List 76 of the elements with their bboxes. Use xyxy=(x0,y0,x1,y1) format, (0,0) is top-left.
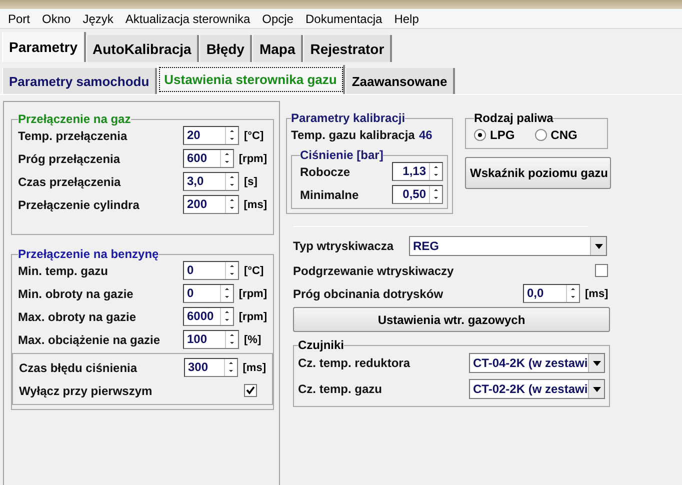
tab[interactable]: Błędy xyxy=(199,35,252,62)
number-field[interactable]: 0 xyxy=(183,261,239,280)
unit-label: [rpm] xyxy=(238,288,267,300)
field-label: Cz. temp. reduktora xyxy=(298,356,412,370)
number-field[interactable]: 1,13 xyxy=(392,162,443,181)
field-label: Przełączenie cylindra xyxy=(18,198,140,212)
number-field[interactable]: 200 xyxy=(183,195,239,214)
injector-type-dropdown[interactable]: REG xyxy=(409,236,607,256)
number-field[interactable]: 100 xyxy=(183,330,239,349)
field-label: Temp. przełączenia xyxy=(18,128,128,142)
field-label: Temp. gazu kalibracja xyxy=(291,128,416,142)
temperature-value: 46 xyxy=(419,128,434,142)
menu-item[interactable]: Aktualizacja sterownika xyxy=(119,12,256,26)
field-label: Max. obciążenie na gazie xyxy=(18,332,162,346)
number-field[interactable]: 20 xyxy=(183,126,239,145)
unit-label: [s] xyxy=(244,176,258,188)
unit-label: [%] xyxy=(244,334,262,346)
menu-item[interactable]: Opcje xyxy=(256,12,300,26)
field-label: Typ wtryskiwacza xyxy=(293,239,395,253)
field-label: Próg obcinania dotrysków xyxy=(293,286,444,300)
sensor-dropdown[interactable]: CT-04-2K (w zestawi xyxy=(469,353,605,373)
radio-option[interactable]: CNG xyxy=(534,128,578,142)
group-title: Rodzaj paliwa xyxy=(474,111,554,125)
menu-item[interactable]: Okno xyxy=(36,12,77,26)
unit-label: [ms] xyxy=(585,288,608,300)
caret-icon xyxy=(594,244,602,248)
caret-icon xyxy=(592,360,600,366)
checkbox-label: Podgrzewanie wtryskiwaczy xyxy=(293,264,455,278)
field-label: Czas błędu ciśnienia xyxy=(19,360,138,374)
tab[interactable]: Rejestrator xyxy=(303,35,392,62)
field-label: Próg przełączenia xyxy=(18,152,122,166)
unit-label: [ms] xyxy=(242,362,266,374)
group-title: Ciśnienie [bar] xyxy=(300,148,384,162)
unit-label: [°C] xyxy=(244,130,264,142)
tab[interactable]: Zaawansowane xyxy=(344,68,456,94)
checkbox-label: Wyłącz przy pierwszym xyxy=(19,384,154,398)
field-label: Czas przełączenia xyxy=(18,174,122,188)
unit-label: [ms] xyxy=(244,198,267,210)
radio-option[interactable]: LPG xyxy=(474,128,515,142)
menu-item[interactable]: Port xyxy=(2,12,36,26)
number-field[interactable]: 0,50 xyxy=(392,185,443,204)
injector-settings-button[interactable]: Ustawienia wtr. gazowych xyxy=(293,307,610,332)
number-field[interactable]: 300 xyxy=(184,358,238,377)
caret-icon xyxy=(592,386,600,392)
unit-label: [rpm] xyxy=(238,152,267,164)
field-label: Max. obroty na gazie xyxy=(18,310,138,324)
menu-item[interactable]: Język xyxy=(76,12,120,26)
number-field[interactable]: 6000 xyxy=(183,307,234,326)
number-field[interactable]: 3,0 xyxy=(183,172,239,191)
group-title: Przełączenie na benzynę xyxy=(18,247,159,261)
sensor-dropdown[interactable]: CT-02-2K (w zestawi xyxy=(469,379,605,399)
tab[interactable]: Parametry samochodu xyxy=(2,68,158,94)
field-label: Minimalne xyxy=(300,188,360,202)
radio-button[interactable] xyxy=(474,128,486,140)
gas-level-button[interactable]: Wskaźnik poziomu gazu xyxy=(465,157,611,189)
group-title: Czujniki xyxy=(298,338,344,352)
menu-item[interactable]: Help xyxy=(388,12,425,26)
field-label: Min. obroty na gazie xyxy=(18,286,134,300)
number-field[interactable]: 0,0 xyxy=(523,284,580,303)
number-field[interactable]: 0 xyxy=(183,284,234,303)
tab[interactable]: AutoKalibracja xyxy=(86,35,200,62)
checkbox[interactable] xyxy=(595,264,608,277)
group-title: Przełączenie na gaz xyxy=(18,112,131,126)
radio-button[interactable] xyxy=(534,128,547,140)
group-title: Parametry kalibracji xyxy=(291,111,406,125)
field-label: Cz. temp. gazu xyxy=(298,382,384,396)
field-label: Robocze xyxy=(300,164,352,178)
unit-label: [rpm] xyxy=(238,310,267,322)
unit-label: [°C] xyxy=(244,264,264,276)
checkbox[interactable] xyxy=(244,384,257,397)
menu-item[interactable]: Dokumentacja xyxy=(299,12,388,26)
field-label: Min. temp. gazu xyxy=(18,264,109,278)
tab[interactable]: Ustawienia sterownika gazu xyxy=(157,65,345,94)
tab[interactable]: Mapa xyxy=(252,35,304,62)
number-field[interactable]: 600 xyxy=(183,149,234,168)
tab[interactable]: Parametry xyxy=(2,32,86,62)
